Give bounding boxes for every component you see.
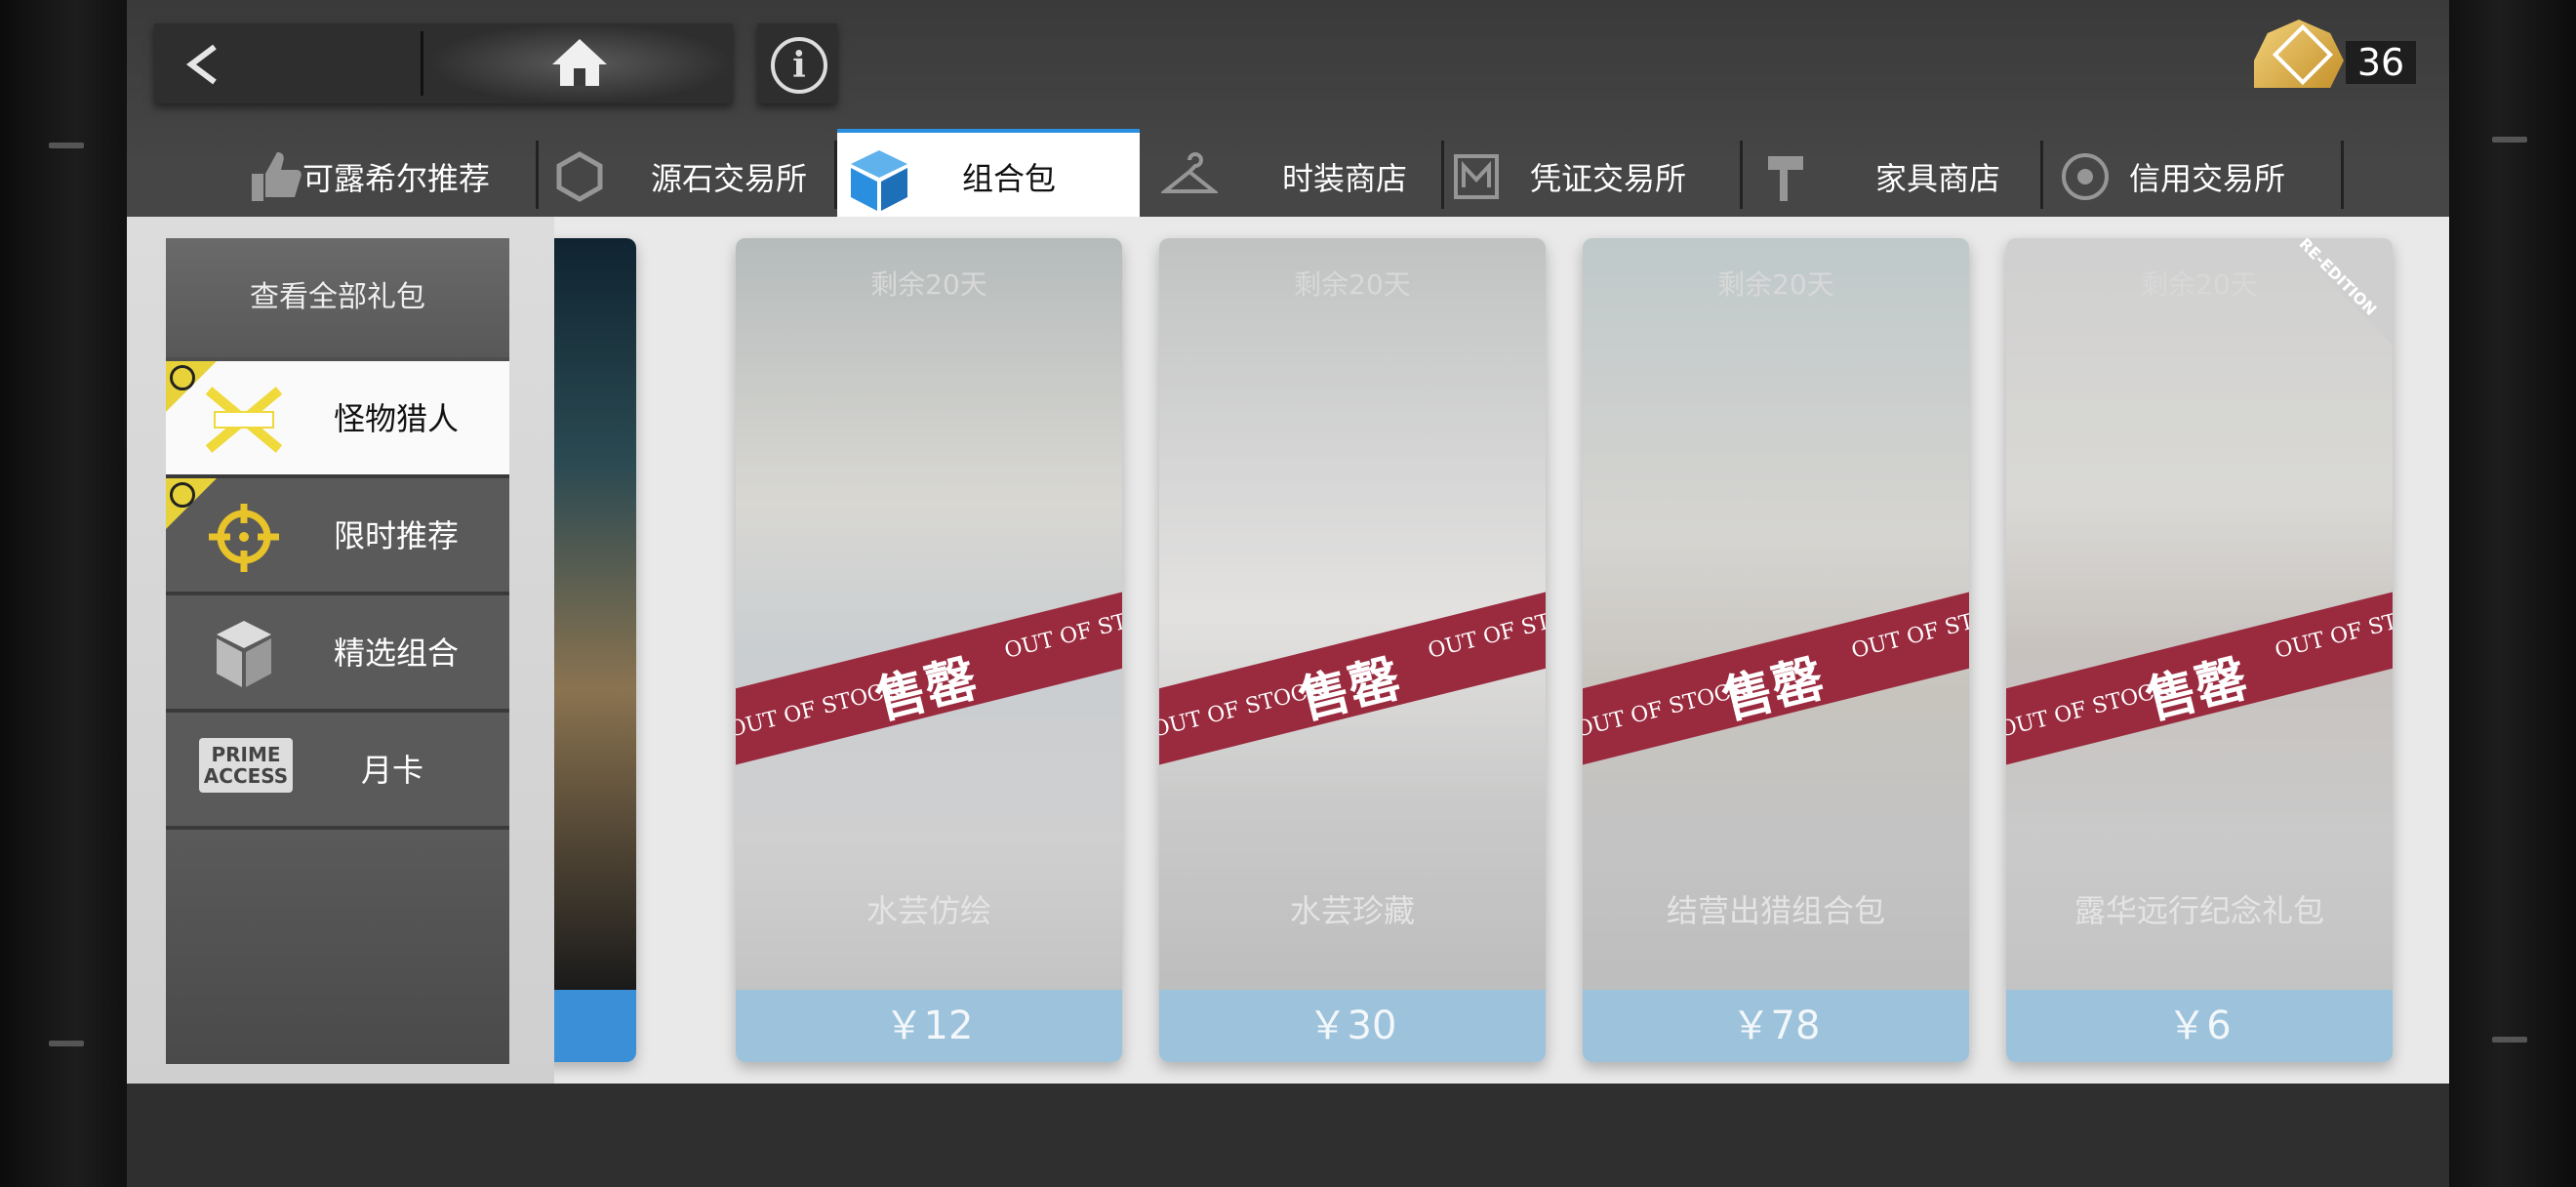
frame-notch [2492, 137, 2527, 143]
originite-icon [2254, 20, 2344, 88]
frame-notch [49, 1041, 84, 1046]
bundle-price: ￥78 [1583, 990, 1969, 1062]
clock-icon [170, 365, 195, 390]
bundle-box-icon [851, 150, 907, 211]
chevron-left-icon [186, 44, 217, 85]
bundle-price: ￥12 [736, 990, 1122, 1062]
credit-icon [2062, 153, 2109, 200]
view-all-bundles-button[interactable]: 查看全部礼包 [166, 238, 509, 357]
category-list: 查看全部礼包 怪物猎人 限时推荐 精选组合 PRIME ACCESS 月卡 [166, 238, 509, 1064]
hammer-icon [1768, 156, 1803, 201]
voucher-icon [1454, 154, 1499, 199]
category-featured-bundles[interactable]: 精选组合 [166, 595, 509, 713]
frame-notch [2492, 1037, 2527, 1043]
nav-divider [421, 31, 423, 96]
bottom-bar [127, 1084, 2449, 1187]
category-list-empty [166, 830, 509, 1064]
prime-access-icon: PRIME ACCESS [199, 738, 293, 793]
days-remaining: 剩余20天 [1717, 268, 1834, 301]
category-limited-recommend[interactable]: 限时推荐 [166, 478, 509, 595]
bundle-price: ￥30 [1159, 990, 1546, 1062]
home-icon [552, 39, 607, 86]
tab-originite-exchange[interactable]: 源石交易所 [542, 133, 837, 217]
bundle-card[interactable]: 剩余20天 OUT OF STOCK 售罄 OUT OF ST 结营出猎组合包 ￥7… [1583, 238, 1969, 1062]
re-edition-badge [2285, 238, 2393, 346]
category-monster-hunter[interactable]: 怪物猎人 [166, 361, 509, 478]
currency-count: 36 [2346, 41, 2416, 84]
bundle-name: 露华远行纪念礼包 [2073, 892, 2324, 929]
bundle-name: 水芸仿绘 [865, 892, 991, 929]
thumbs-up-icon [252, 152, 302, 201]
top-nav [154, 23, 733, 103]
right-frame [2449, 0, 2576, 1187]
bundle-name: 结营出猎组合包 [1666, 892, 1885, 929]
crossover-icon [205, 387, 283, 453]
info-icon: i [771, 37, 827, 94]
hanger-icon [1161, 152, 1218, 193]
category-panel: 查看全部礼包 怪物猎人 限时推荐 精选组合 PRIME ACCESS 月卡 [127, 217, 554, 1084]
store-screen: i 36 可露希尔推荐 源石交易所 组合包 时装商店 凭证交易所 家具商店 信用… [127, 0, 2449, 1187]
crosshair-icon [209, 504, 279, 572]
left-frame [0, 0, 127, 1187]
bundle-box-icon [217, 621, 271, 687]
frame-notch [49, 143, 84, 148]
originite-shop-icon [556, 151, 603, 202]
bundle-name: 水芸珍藏 [1289, 892, 1415, 929]
bundle-price: ￥6 [2006, 990, 2393, 1062]
tab-closure-recommend[interactable]: 可露希尔推荐 [246, 133, 539, 217]
category-monthly-card[interactable]: PRIME ACCESS 月卡 [166, 713, 509, 830]
bundle-card[interactable]: 剩余20天 OUT OF STOCK 售罄 OUT OF ST 水芸仿绘 ￥12 [736, 238, 1122, 1062]
clock-icon [170, 482, 195, 508]
shop-tabs: 可露希尔推荐 源石交易所 组合包 时装商店 凭证交易所 家具商店 信用交易所 [127, 129, 2449, 221]
tab-bundles[interactable]: 组合包 [837, 129, 1140, 221]
days-remaining: 剩余20天 [1294, 268, 1411, 301]
tab-credit-exchange[interactable]: 信用交易所 [2043, 133, 2344, 217]
tab-furniture-store[interactable]: 家具商店 [1743, 133, 2043, 217]
bundle-card[interactable]: 剩余20天 OUT OF STOCK 售罄 OUT OF ST 水芸珍藏 ￥30 [1159, 238, 1546, 1062]
back-button[interactable] [154, 23, 398, 103]
days-remaining: 剩余20天 [870, 268, 987, 301]
bundle-card[interactable]: 剩余20天 RE-EDITION OUT OF STOCK 售罄 OUT OF ST… [2006, 238, 2393, 1062]
tab-voucher-exchange[interactable]: 凭证交易所 [1444, 133, 1743, 217]
tab-fashion-store[interactable]: 时装商店 [1140, 133, 1444, 217]
bundle-content: 合包 8 剩余20天 OUT OF STOCK售罄OUT OF ST 水芸仿绘 … [127, 217, 2449, 1084]
info-button[interactable]: i [757, 23, 837, 103]
home-button[interactable] [427, 23, 733, 103]
